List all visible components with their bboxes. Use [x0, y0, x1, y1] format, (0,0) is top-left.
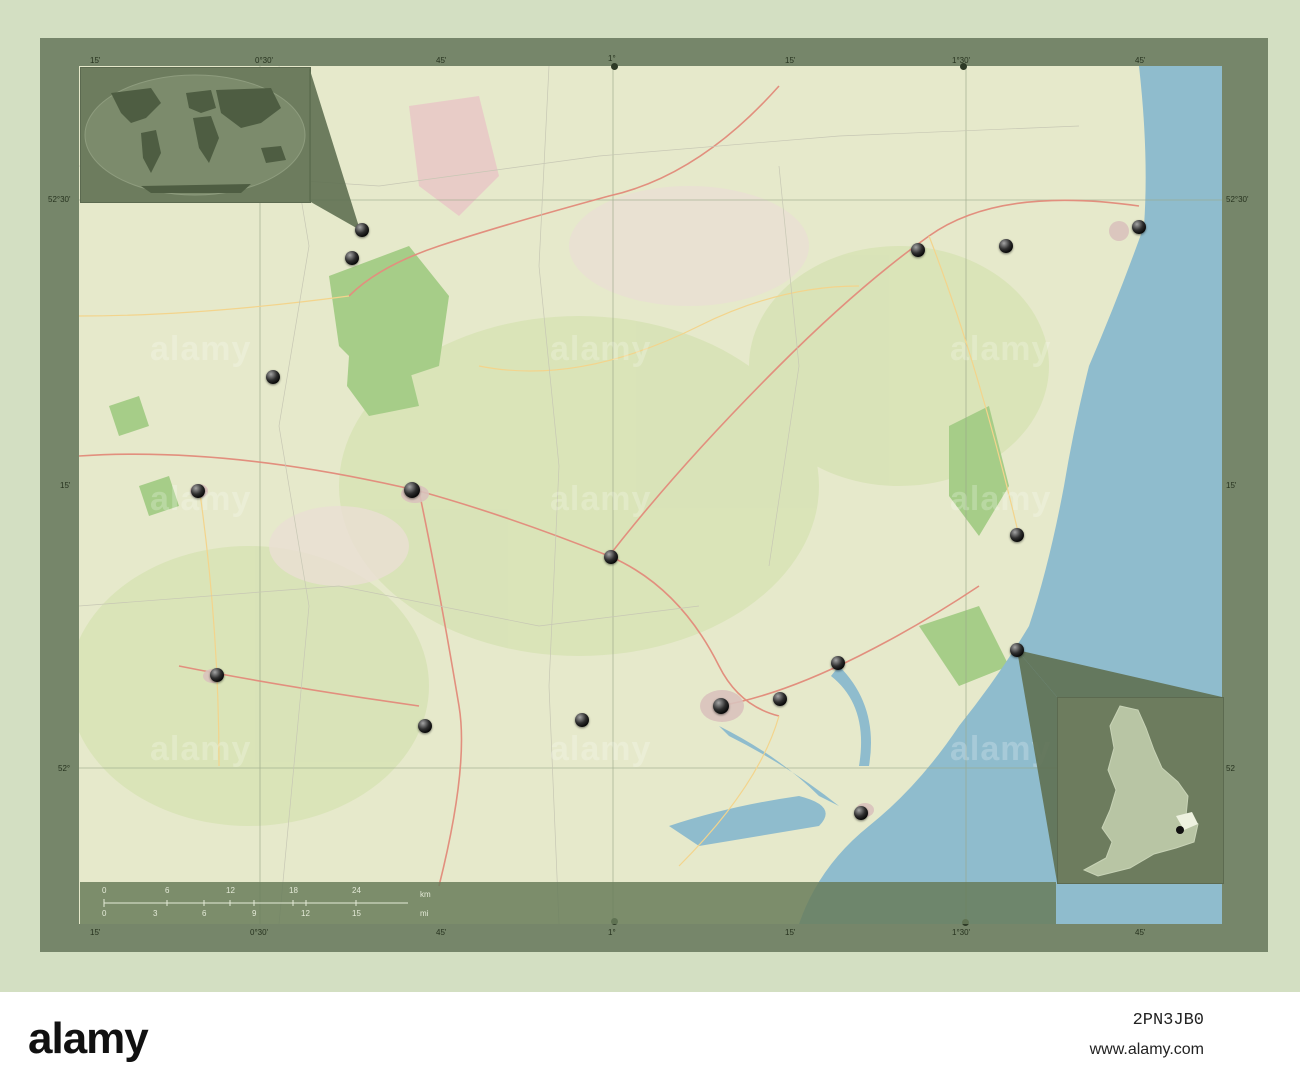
location-marker[interactable]	[266, 370, 280, 384]
bottom-tick-label: 1°	[608, 928, 616, 937]
site-url-text[interactable]: www.alamy.com	[1090, 1041, 1204, 1059]
bottom-tick-label: 1°30'	[952, 928, 971, 937]
location-marker[interactable]	[418, 719, 432, 733]
location-marker[interactable]	[831, 656, 845, 670]
graticule-tick	[960, 63, 967, 70]
alamy-logo: alamy	[28, 1014, 149, 1063]
location-marker[interactable]	[1132, 220, 1146, 234]
location-marker[interactable]	[404, 482, 420, 498]
top-tick-label: 15'	[90, 56, 101, 65]
graticule-tick	[611, 63, 618, 70]
image-id-text: 2PN3JB0	[1132, 1011, 1204, 1030]
top-tick-label: 45'	[1135, 56, 1146, 65]
location-marker[interactable]	[1010, 643, 1024, 657]
left-tick-label: 15'	[60, 481, 71, 490]
location-marker[interactable]	[999, 239, 1013, 253]
right-tick-label: 52°30'	[1226, 195, 1249, 204]
location-marker[interactable]	[575, 713, 589, 727]
location-marker[interactable]	[604, 550, 618, 564]
scale-km-unit: km	[420, 890, 431, 899]
scale-km-value: 12	[226, 886, 235, 895]
stock-footer	[0, 992, 1300, 1084]
right-tick-label: 52	[1226, 764, 1235, 773]
bottom-tick-label: 45'	[436, 928, 447, 937]
left-tick-label: 52°30'	[48, 195, 71, 204]
location-marker[interactable]	[854, 806, 868, 820]
scale-mi-value: 0	[102, 909, 107, 918]
scale-mi-value: 9	[252, 909, 257, 918]
left-tick-label: 52°	[58, 764, 71, 773]
location-marker[interactable]	[1010, 528, 1024, 542]
top-tick-label: 0°30'	[255, 56, 274, 65]
scale-mi-value: 12	[301, 909, 310, 918]
location-marker[interactable]	[911, 243, 925, 257]
top-tick-label: 1°	[608, 54, 616, 63]
location-marker[interactable]	[191, 484, 205, 498]
scale-mi-unit: mi	[420, 909, 429, 918]
bottom-tick-label: 15'	[90, 928, 101, 937]
scale-km-value: 18	[289, 886, 298, 895]
scale-km-value: 0	[102, 886, 107, 895]
location-marker[interactable]	[773, 692, 787, 706]
scale-bar: 0 6 12 18 24 km 0 3 6 9 12 15 mi	[80, 882, 1056, 924]
location-marker[interactable]	[355, 223, 369, 237]
scale-mi-value: 6	[202, 909, 207, 918]
location-marker[interactable]	[345, 251, 359, 265]
england-outline-icon	[1082, 705, 1199, 877]
location-marker[interactable]	[713, 698, 729, 714]
location-marker[interactable]	[210, 668, 224, 682]
top-tick-label: 45'	[436, 56, 447, 65]
scale-km-value: 24	[352, 886, 361, 895]
right-tick-label: 15'	[1226, 481, 1237, 490]
bottom-tick-label: 45'	[1135, 928, 1146, 937]
scale-km-value: 6	[165, 886, 170, 895]
country-locator-inset	[1057, 697, 1224, 884]
bottom-tick-label: 0°30'	[250, 928, 269, 937]
top-tick-label: 15'	[785, 56, 796, 65]
bottom-tick-label: 15'	[785, 928, 796, 937]
scale-mi-value: 3	[153, 909, 158, 918]
scale-mi-value: 15	[352, 909, 361, 918]
